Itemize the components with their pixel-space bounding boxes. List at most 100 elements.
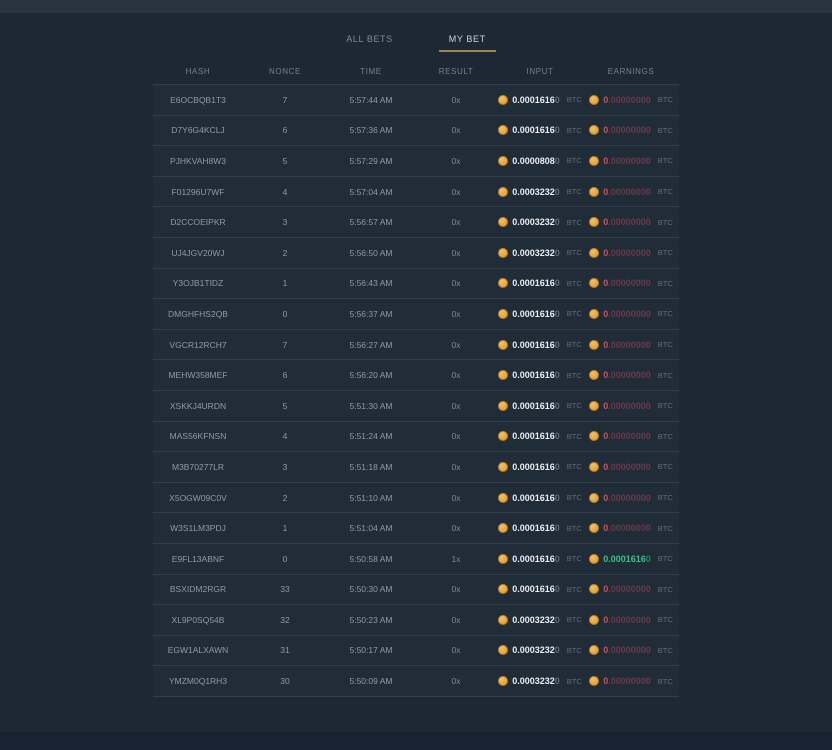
- bet-result: 0x: [415, 370, 497, 380]
- currency-label: BTC: [658, 248, 673, 257]
- bet-earnings-value: 0.00000000: [603, 156, 651, 166]
- currency-label: BTC: [658, 462, 673, 471]
- bet-hash[interactable]: X5OGW09C0V: [153, 493, 243, 503]
- bet-nonce: 3: [243, 462, 327, 472]
- bet-hash[interactable]: E9FL13ABNF: [153, 554, 243, 564]
- table-row: XSKKJ4URDN 5 5:51:30 AM 0x 0.00016160 BT…: [153, 391, 679, 422]
- column-header-time: TIME: [327, 67, 415, 76]
- gold-coin-icon: [498, 431, 508, 441]
- bet-hash[interactable]: MAS56KFNSN: [153, 431, 243, 441]
- bet-earnings: 0.00016160 BTC: [583, 554, 679, 564]
- gold-coin-icon: [589, 187, 599, 197]
- currency-label: BTC: [658, 432, 673, 441]
- bet-earnings-value: 0.00000000: [603, 584, 651, 594]
- bet-input-value: 0.00032320: [512, 248, 560, 258]
- tab-my-bet[interactable]: MY BET: [439, 27, 496, 52]
- bet-hash[interactable]: XSKKJ4URDN: [153, 401, 243, 411]
- gold-coin-icon: [498, 278, 508, 288]
- bet-hash[interactable]: D7Y6G4KCLJ: [153, 125, 243, 135]
- bet-earnings-value: 0.00000000: [603, 462, 651, 472]
- bet-result: 0x: [415, 248, 497, 258]
- column-header-hash: HASH: [153, 67, 243, 76]
- bet-earnings-value: 0.00000000: [603, 187, 651, 197]
- bet-nonce: 5: [243, 401, 327, 411]
- bet-time: 5:56:27 AM: [327, 340, 415, 350]
- currency-label: BTC: [567, 156, 582, 165]
- currency-label: BTC: [567, 248, 582, 257]
- bet-earnings: 0.00000000 BTC: [583, 340, 679, 350]
- bet-hash[interactable]: F01296U7WF: [153, 187, 243, 197]
- bet-hash[interactable]: D2CCOEIPKR: [153, 217, 243, 227]
- bet-hash[interactable]: MEHW358MEF: [153, 370, 243, 380]
- bet-earnings: 0.00000000 BTC: [583, 248, 679, 258]
- gold-coin-icon: [589, 248, 599, 258]
- bet-result: 0x: [415, 523, 497, 533]
- currency-label: BTC: [658, 126, 673, 135]
- bet-result: 0x: [415, 401, 497, 411]
- gold-coin-icon: [589, 462, 599, 472]
- currency-label: BTC: [658, 340, 673, 349]
- bet-hash[interactable]: EGW1ALXAWN: [153, 645, 243, 655]
- bet-hash[interactable]: YMZM0Q1RH3: [153, 676, 243, 686]
- gold-coin-icon: [589, 217, 599, 227]
- currency-label: BTC: [567, 677, 582, 686]
- currency-label: BTC: [567, 95, 582, 104]
- bet-time: 5:51:30 AM: [327, 401, 415, 411]
- bet-input: 0.00016160 BTC: [497, 95, 583, 105]
- column-header-earnings: EARNINGS: [583, 67, 679, 76]
- bet-hash[interactable]: BSXIDM2RGR: [153, 584, 243, 594]
- bet-result: 0x: [415, 125, 497, 135]
- bet-result: 0x: [415, 493, 497, 503]
- bet-hash[interactable]: XL9P0SQ54B: [153, 615, 243, 625]
- currency-label: BTC: [658, 371, 673, 380]
- bet-hash[interactable]: DMGHFHS2QB: [153, 309, 243, 319]
- currency-label: BTC: [658, 585, 673, 594]
- currency-label: BTC: [658, 677, 673, 686]
- gold-coin-icon: [498, 370, 508, 380]
- gold-coin-icon: [498, 187, 508, 197]
- bet-hash[interactable]: E6OCBQB1T3: [153, 95, 243, 105]
- bet-nonce: 1: [243, 523, 327, 533]
- bet-time: 5:50:58 AM: [327, 554, 415, 564]
- bet-earnings-value: 0.00000000: [603, 431, 651, 441]
- gold-coin-icon: [589, 125, 599, 135]
- currency-label: BTC: [567, 585, 582, 594]
- bet-nonce: 33: [243, 584, 327, 594]
- bet-result: 0x: [415, 278, 497, 288]
- bet-input: 0.00016160 BTC: [497, 340, 583, 350]
- bet-input-value: 0.00032320: [512, 615, 560, 625]
- bet-nonce: 0: [243, 554, 327, 564]
- bet-input: 0.00016160 BTC: [497, 523, 583, 533]
- bet-input-value: 0.00016160: [512, 523, 560, 533]
- gold-coin-icon: [498, 523, 508, 533]
- table-row: PJHKVAH8W3 5 5:57:29 AM 0x 0.00008080 BT…: [153, 146, 679, 177]
- bet-earnings: 0.00000000 BTC: [583, 462, 679, 472]
- gold-coin-icon: [589, 370, 599, 380]
- bet-hash[interactable]: Y3OJB1TIDZ: [153, 278, 243, 288]
- bet-time: 5:51:24 AM: [327, 431, 415, 441]
- bet-earnings: 0.00000000 BTC: [583, 156, 679, 166]
- currency-label: BTC: [658, 279, 673, 288]
- table-row: D7Y6G4KCLJ 6 5:57:36 AM 0x 0.00016160 BT…: [153, 116, 679, 147]
- bet-hash[interactable]: W3S1LM3PDJ: [153, 523, 243, 533]
- bet-hash[interactable]: M3B70277LR: [153, 462, 243, 472]
- bet-earnings-value: 0.00000000: [603, 95, 651, 105]
- bet-hash[interactable]: UJ4JGV20WJ: [153, 248, 243, 258]
- bet-input-value: 0.00032320: [512, 645, 560, 655]
- bet-earnings-value: 0.00000000: [603, 523, 651, 533]
- bet-hash[interactable]: VGCR12RCH7: [153, 340, 243, 350]
- column-header-result: RESULT: [415, 67, 497, 76]
- table-row: XL9P0SQ54B 32 5:50:23 AM 0x 0.00032320 B…: [153, 605, 679, 636]
- currency-label: BTC: [567, 340, 582, 349]
- bet-result: 0x: [415, 645, 497, 655]
- bet-time: 5:57:36 AM: [327, 125, 415, 135]
- bet-hash[interactable]: PJHKVAH8W3: [153, 156, 243, 166]
- bet-time: 5:56:57 AM: [327, 217, 415, 227]
- currency-label: BTC: [658, 646, 673, 655]
- tab-all-bets[interactable]: ALL BETS: [336, 27, 403, 52]
- bet-input-value: 0.00032320: [512, 187, 560, 197]
- bet-time: 5:56:37 AM: [327, 309, 415, 319]
- bet-input: 0.00032320 BTC: [497, 217, 583, 227]
- table-row: MEHW358MEF 6 5:56:20 AM 0x 0.00016160 BT…: [153, 360, 679, 391]
- bet-earnings: 0.00000000 BTC: [583, 645, 679, 655]
